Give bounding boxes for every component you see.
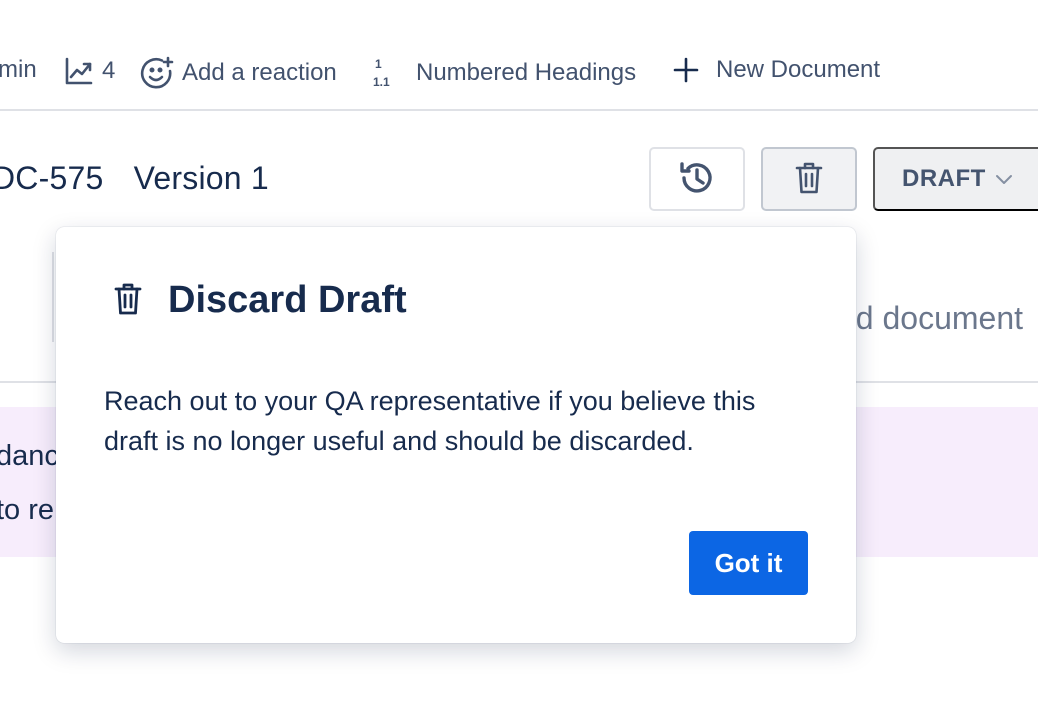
toolbar-divider — [0, 109, 1038, 111]
popover-title: Discard Draft — [168, 279, 407, 321]
got-it-button[interactable]: Got it — [689, 531, 808, 595]
page: min 4 Add a reaction 1 1.1 Numbered Head… — [0, 0, 1038, 722]
numbered-headings-label: Numbered Headings — [416, 59, 637, 86]
history-icon — [677, 158, 717, 201]
chevron-down-icon — [994, 165, 1014, 193]
author-fragment-label: min — [0, 56, 37, 83]
trend-chart-icon — [64, 56, 94, 86]
discard-draft-popover: Discard Draft Reach out to your QA repre… — [56, 227, 856, 643]
numbered-headings-button[interactable]: 1 1.1 Numbered Headings — [372, 56, 636, 90]
analytics-count: 4 — [102, 57, 116, 84]
author-link[interactable]: min — [0, 56, 37, 84]
document-toolbar: min 4 Add a reaction 1 1.1 Numbered Head… — [0, 44, 1038, 100]
trash-icon — [112, 282, 144, 321]
trash-icon — [794, 161, 824, 198]
banner-text-fragment: danc — [0, 440, 59, 472]
plus-icon — [672, 56, 700, 84]
svg-text:1.1: 1.1 — [373, 75, 390, 89]
status-dropdown[interactable]: DRAFT — [873, 147, 1038, 211]
background-text-fragment: ed document — [838, 300, 1024, 336]
numbered-list-icon: 1 1.1 — [372, 56, 404, 90]
new-document-label: New Document — [716, 56, 881, 83]
document-title: DC-575 Version 1 — [0, 160, 269, 197]
banner-text-fragment-2: to re — [0, 494, 55, 526]
svg-text:1: 1 — [375, 57, 382, 71]
document-id: DC-575 — [0, 160, 104, 196]
discard-draft-button[interactable] — [761, 147, 857, 211]
analytics-button[interactable]: 4 — [64, 56, 115, 86]
add-reaction-label: Add a reaction — [182, 59, 337, 86]
add-emoji-icon — [140, 56, 174, 90]
add-reaction-button[interactable]: Add a reaction — [140, 56, 337, 90]
status-label: DRAFT — [902, 165, 986, 192]
document-version: Version 1 — [133, 160, 269, 196]
popover-body: Reach out to your QA representative if y… — [104, 386, 756, 456]
version-history-button[interactable] — [649, 147, 745, 211]
new-document-button[interactable]: New Document — [672, 56, 880, 84]
